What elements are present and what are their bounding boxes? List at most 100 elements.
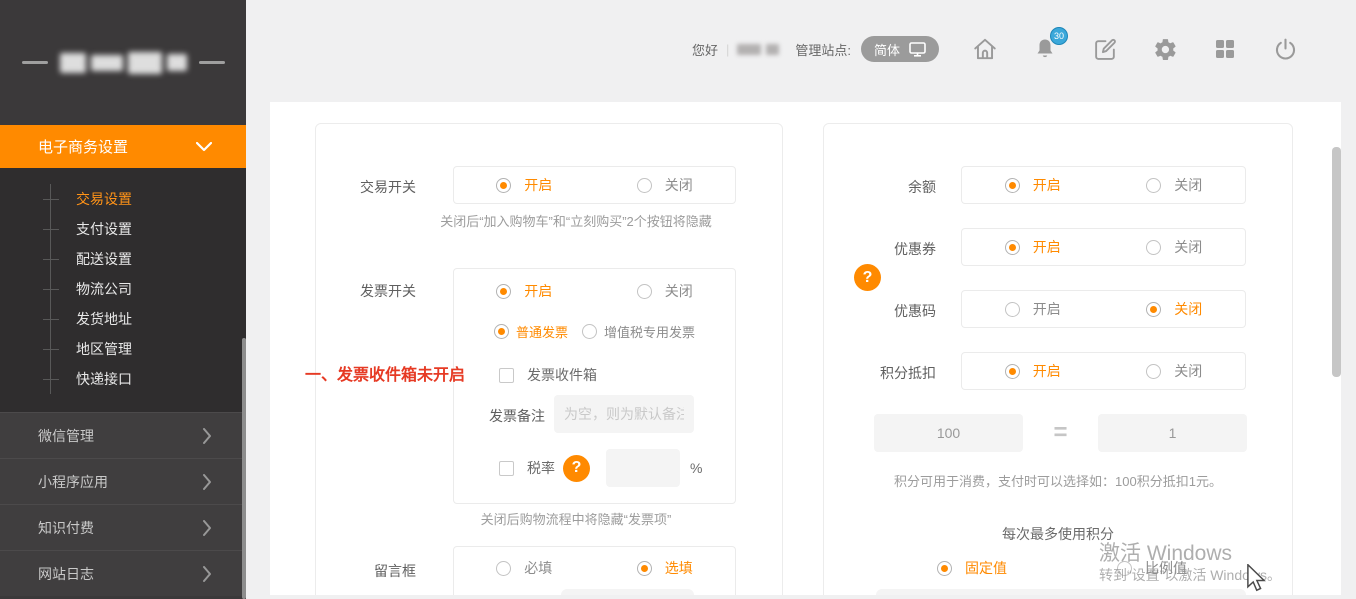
sidebar-item-knowledge-pay[interactable]: 知识付费 [0,504,246,550]
radio-selected-icon [494,324,509,339]
radio-label: 开启 [524,175,552,195]
radio-selected-icon [1005,240,1020,255]
radio-unselected-icon [637,284,652,299]
greeting-text: 您好 [692,40,718,59]
top-bar: 您好 | 管理站点: 简体 30 [692,33,1299,65]
promo-code-group: 开启 关闭 [961,290,1246,328]
invoice-note-input[interactable] [554,395,694,433]
points-deduct-off-option[interactable]: 关闭 [1146,361,1202,381]
sidebar-item-express-api[interactable]: 快递接口 [51,364,246,394]
radio-label: 增值税专用发票 [604,322,695,341]
language-switch-button[interactable]: 简体 [861,36,939,62]
radio-unselected-icon [1146,178,1161,193]
message-optional-option[interactable]: 选填 [637,558,693,578]
invoice-switch-group: 开启 关闭 [454,272,735,310]
sidebar-item-wechat-management[interactable]: 微信管理 [0,412,246,458]
sidebar-item-logistics-company[interactable]: 物流公司 [51,274,246,304]
sidebar-item-trade-settings[interactable]: 交易设置 [51,184,246,214]
submenu-label: 物流公司 [76,279,132,299]
invoice-switch-off-option[interactable]: 关闭 [637,281,693,301]
radio-selected-icon [937,561,952,576]
sidebar-item-delivery-settings[interactable]: 配送设置 [51,244,246,274]
radio-label: 关闭 [1174,299,1202,319]
sidebar-item-ecommerce-settings[interactable]: 电子商务设置 [0,125,246,168]
gear-icon [1153,37,1178,62]
balance-off-option[interactable]: 关闭 [1146,175,1202,195]
edit-button[interactable] [1091,35,1119,63]
sidebar-item-region-management[interactable]: 地区管理 [51,334,246,364]
radio-label: 关闭 [1174,175,1202,195]
tax-rate-checkbox[interactable] [499,461,514,476]
chevron-right-icon [202,566,212,582]
promo-code-off-option[interactable]: 关闭 [1146,299,1202,319]
chevron-right-icon [202,474,212,490]
manage-site-label: 管理站点: [795,40,851,59]
radio-label: 开启 [1033,175,1061,195]
notification-badge: 30 [1050,27,1068,45]
submenu-label: 交易设置 [76,189,132,209]
radio-label: 选填 [665,558,693,578]
logout-button[interactable] [1271,35,1299,63]
coupon-off-option[interactable]: 关闭 [1146,237,1202,257]
message-box-input[interactable] [561,589,694,595]
points-deduct-group: 开启 关闭 [961,352,1246,390]
notifications-button[interactable]: 30 [1031,35,1059,63]
radio-unselected-icon [637,178,652,193]
sidebar-scrollbar-thumb[interactable] [242,338,246,599]
admin-settings-page: 电子商务设置 交易设置 支付设置 配送设置 物流公司 发货地址 地区管理 快递接… [0,0,1356,599]
message-required-option[interactable]: 必填 [496,558,552,578]
max-points-input[interactable] [876,589,1246,595]
coupon-on-option[interactable]: 开启 [1005,237,1061,257]
settings-button[interactable] [1151,35,1179,63]
section-label: 知识付费 [38,518,94,538]
radio-label: 关闭 [1174,361,1202,381]
logo-blurred-text [60,52,187,74]
radio-label: 固定值 [965,558,1007,578]
trade-switch-on-option[interactable]: 开启 [496,175,552,195]
radio-selected-icon [637,561,652,576]
language-label: 简体 [874,40,900,59]
radio-label: 关闭 [1174,237,1202,257]
submenu-label: 支付设置 [76,219,132,239]
ecommerce-submenu: 交易设置 支付设置 配送设置 物流公司 发货地址 地区管理 快递接口 [0,168,246,412]
sidebar-item-site-logs[interactable]: 网站日志 [0,550,246,596]
promo-help-icon[interactable]: ? [854,264,881,291]
promo-code-on-option[interactable]: 开启 [1005,299,1061,319]
sidebar-item-payment-settings[interactable]: 支付设置 [51,214,246,244]
invoice-type-vat-option[interactable]: 增值税专用发票 [582,322,695,341]
radio-unselected-icon [1005,302,1020,317]
invoice-switch-on-option[interactable]: 开启 [496,281,552,301]
radio-selected-icon [496,178,511,193]
invoice-note-label: 发票备注 [489,406,545,426]
points-hint: 积分可用于消费，支付时可以选择如：100积分抵扣1元。 [824,472,1292,492]
sidebar-item-shipping-address[interactable]: 发货地址 [51,304,246,334]
points-value-input[interactable] [874,414,1023,452]
submenu-label: 发货地址 [76,309,132,329]
max-points-fixed-option[interactable]: 固定值 [937,549,1007,587]
trade-switch-off-option[interactable]: 关闭 [637,175,693,195]
logo-dash-right [199,61,225,64]
promo-code-label: 优惠码 [824,301,936,321]
invoice-type-normal-option[interactable]: 普通发票 [494,322,568,341]
balance-on-option[interactable]: 开启 [1005,175,1061,195]
invoice-inbox-checkbox[interactable] [499,368,514,383]
invoice-settings-box: 开启 关闭 普通发票 增值税专用发票 [453,268,736,504]
tax-rate-input[interactable] [606,449,680,487]
points-deduct-on-option[interactable]: 开启 [1005,361,1061,381]
trade-switch-label: 交易开关 [316,177,416,197]
main-scrollbar-thumb[interactable] [1332,147,1341,377]
sidebar-item-miniprogram-apps[interactable]: 小程序应用 [0,458,246,504]
home-button[interactable] [971,35,999,63]
radio-unselected-icon [1146,240,1161,255]
money-value-input[interactable] [1098,414,1247,452]
annotation-invoice-inbox-off: 一、发票收件箱未开启 [305,361,465,385]
radio-label: 开启 [1033,361,1061,381]
coupon-group: 开启 关闭 [961,228,1246,266]
tax-help-icon[interactable]: ? [563,455,590,482]
trade-settings-card: 交易开关 开启 关闭 关闭后“加入购物车”和“立刻购买”2个按钮将隐藏 发票开关… [315,123,783,595]
apps-button[interactable] [1211,35,1239,63]
monitor-icon [909,42,926,57]
section-label: 小程序应用 [38,472,108,492]
radio-label: 必填 [524,558,552,578]
radio-unselected-icon [496,561,511,576]
